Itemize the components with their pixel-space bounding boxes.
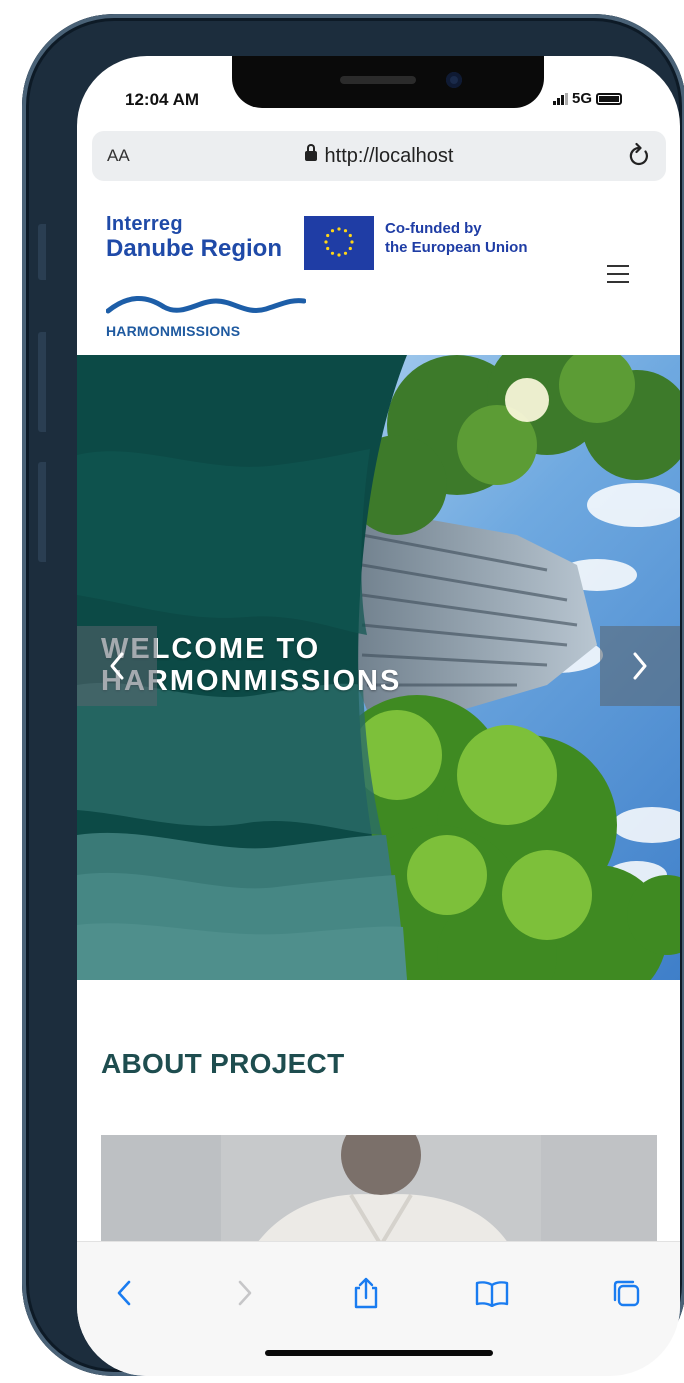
volume-up-button [38, 332, 46, 432]
status-indicators: 5G [553, 90, 623, 107]
share-icon[interactable] [349, 1276, 383, 1310]
lock-icon [304, 143, 317, 161]
site-header: Interreg Danube Region Co-funded by the … [77, 199, 680, 355]
network-type: 5G [572, 90, 593, 107]
reload-icon[interactable] [626, 141, 652, 169]
front-camera [446, 72, 462, 88]
eu-cofunding-text: Co-funded by the European Union [385, 219, 528, 257]
back-icon[interactable] [107, 1276, 141, 1310]
interreg-logo[interactable]: Interreg Danube Region [106, 214, 282, 261]
hero-carousel: WELCOME TO HARMONMISSIONS [77, 355, 680, 980]
eu-flag-icon [304, 216, 374, 270]
interreg-logo-line2: Danube Region [106, 235, 283, 262]
tabs-icon[interactable] [609, 1276, 643, 1310]
speaker [340, 76, 416, 84]
url-text: http://localhost [324, 144, 454, 167]
mute-switch [38, 224, 46, 280]
signal-icon [553, 92, 568, 105]
chevron-left-icon [110, 652, 124, 680]
volume-down-button [38, 462, 46, 562]
about-project-heading: ABOUT PROJECT [101, 1048, 345, 1079]
home-indicator[interactable] [265, 1350, 493, 1356]
bookmarks-icon[interactable] [475, 1276, 509, 1310]
url-display[interactable]: http://localhost [92, 143, 666, 168]
forward-icon[interactable] [228, 1276, 262, 1310]
harmonmissions-logo[interactable]: HARMONMISSIONS [106, 323, 240, 339]
safari-toolbar [77, 1241, 680, 1376]
phone-screen: 12:04 AM 5G AA http://localhost Interreg… [77, 56, 680, 1376]
interreg-logo-line1: Interreg [106, 213, 183, 235]
danube-wave-icon [106, 295, 306, 314]
phone-frame: 12:04 AM 5G AA http://localhost Interreg… [22, 14, 684, 1376]
hamburger-menu-icon[interactable] [607, 265, 629, 283]
carousel-next-button[interactable] [600, 626, 680, 706]
notch [232, 56, 544, 108]
eu-text-line2: the European Union [385, 239, 528, 257]
status-time: 12:04 AM [125, 90, 200, 109]
carousel-prev-button[interactable] [77, 626, 157, 706]
chevron-right-icon [633, 652, 647, 680]
eu-text-line1: Co-funded by [385, 220, 482, 237]
battery-icon [596, 92, 623, 105]
address-bar[interactable]: AA http://localhost [92, 131, 666, 181]
